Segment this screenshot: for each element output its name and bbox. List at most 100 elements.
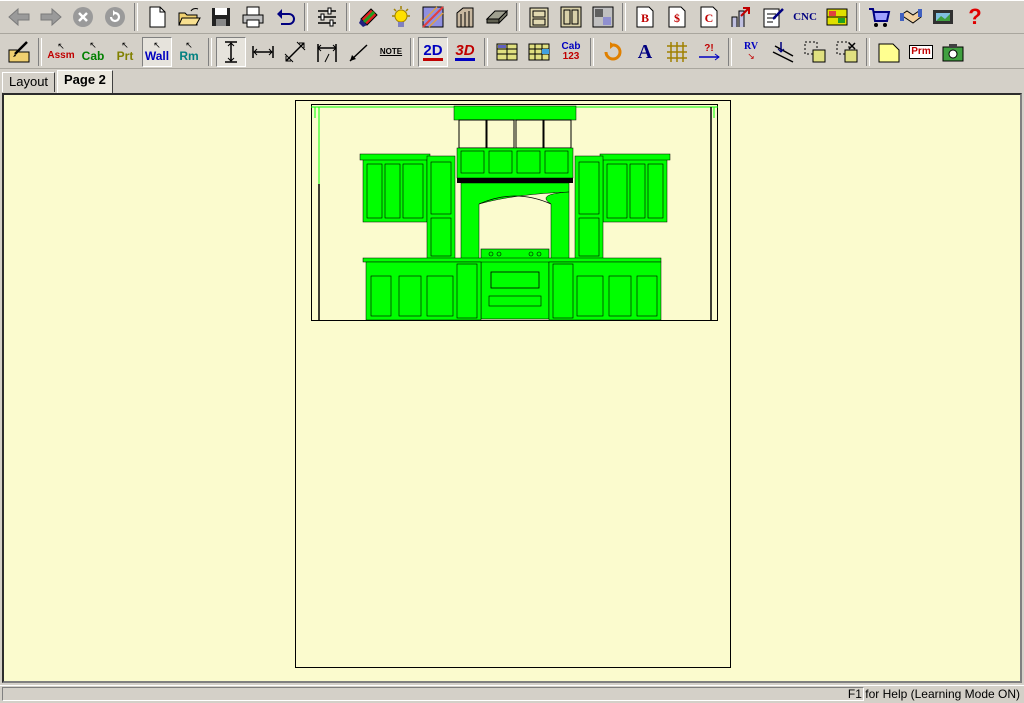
- help-button[interactable]: ?: [960, 2, 990, 32]
- svg-text:B: B: [641, 11, 649, 25]
- tab-page-2[interactable]: Page 2: [57, 70, 113, 93]
- toolbar-separator: [38, 37, 42, 66]
- price-report-button[interactable]: $: [662, 2, 692, 32]
- report-c-icon: C: [700, 6, 718, 28]
- view-3d-button[interactable]: 3D: [450, 37, 480, 67]
- select-wall-button[interactable]: ↖ Wall: [142, 36, 172, 67]
- note-button[interactable]: NOTE: [376, 37, 406, 67]
- note-icon: NOTE: [379, 47, 403, 56]
- stop-button[interactable]: [68, 2, 98, 32]
- materials-button[interactable]: [354, 2, 384, 32]
- export-button[interactable]: [726, 2, 756, 32]
- new-button[interactable]: [142, 2, 172, 32]
- bid-report-button[interactable]: B: [630, 2, 660, 32]
- select-room-button[interactable]: ↖ Rm: [174, 37, 204, 67]
- error-check-button[interactable]: ?!: [694, 37, 724, 67]
- text-button[interactable]: A: [630, 37, 660, 67]
- floorplan-button[interactable]: [588, 2, 618, 32]
- range-hood-right: [545, 191, 570, 260]
- copy-button[interactable]: [800, 37, 830, 67]
- print-button[interactable]: [238, 2, 268, 32]
- rotate-button[interactable]: [598, 37, 628, 67]
- drawing-canvas[interactable]: [2, 93, 1022, 683]
- select-assembly-icon: ↖ Assm: [47, 41, 75, 61]
- oven-drawer: [488, 295, 542, 307]
- right-upper-door-2: [629, 163, 646, 219]
- delete-copy-button[interactable]: [832, 37, 862, 67]
- offset-dimension-icon: [317, 43, 337, 62]
- elevation-button[interactable]: [556, 2, 586, 32]
- edit-drawing-button[interactable]: [4, 37, 34, 67]
- shopping-cart-icon: [869, 8, 891, 27]
- forward-button[interactable]: [36, 2, 66, 32]
- select-assembly-button[interactable]: ↖ Assm: [46, 37, 76, 67]
- edit-report-button[interactable]: [758, 2, 788, 32]
- open-folder-icon: [178, 8, 201, 26]
- cnc-icon: CNC: [793, 10, 817, 23]
- refresh-button[interactable]: [100, 2, 130, 32]
- order-button[interactable]: [864, 2, 894, 32]
- offset-dimension-button[interactable]: [312, 37, 342, 67]
- oven-window: [490, 271, 540, 289]
- cabinet-list-button[interactable]: [524, 2, 554, 32]
- left-base-door-2: [398, 275, 422, 317]
- leader-line-button[interactable]: [344, 37, 374, 67]
- render-button[interactable]: [418, 2, 448, 32]
- camera-button[interactable]: [938, 37, 968, 67]
- sliders-icon: [318, 7, 336, 27]
- wall-dimension-button[interactable]: [768, 37, 798, 67]
- horizontal-dimension-button[interactable]: [248, 37, 278, 67]
- video-button[interactable]: [928, 2, 958, 32]
- arrow-right-icon: [40, 7, 62, 27]
- layout-button[interactable]: [822, 2, 852, 32]
- right-upper-crown: [599, 153, 671, 161]
- handshake-button[interactable]: [896, 2, 926, 32]
- angled-dimension-button[interactable]: [280, 37, 310, 67]
- toolbar-separator: [516, 3, 520, 31]
- right-upper-door-3: [647, 163, 664, 219]
- glass-door-3: [515, 119, 544, 149]
- cabinet-numbering-icon: Cab 123: [561, 40, 581, 62]
- status-message-panel: [2, 687, 864, 701]
- left-base-door-3: [426, 275, 454, 317]
- tab-layout[interactable]: Layout: [2, 72, 56, 92]
- vertical-dimension-button[interactable]: [216, 36, 246, 67]
- view-2d-button[interactable]: 2D: [418, 36, 448, 67]
- grid-table-icon: [528, 43, 550, 60]
- countertop-button[interactable]: [482, 2, 512, 32]
- undo-button[interactable]: [270, 2, 300, 32]
- copy-icon: [804, 41, 826, 62]
- toolbar-separator: [304, 3, 308, 31]
- lighting-button[interactable]: [386, 2, 416, 32]
- settings-button[interactable]: [312, 2, 342, 32]
- toolbar-separator: [346, 3, 350, 31]
- toolbar-separator: [728, 37, 732, 66]
- angled-dimension-icon: [284, 41, 306, 62]
- save-button[interactable]: [206, 2, 236, 32]
- room-view-button[interactable]: RV ↘: [736, 37, 766, 67]
- open-button[interactable]: [174, 2, 204, 32]
- report-dollar-icon: $: [668, 6, 686, 28]
- page-button[interactable]: [874, 37, 904, 67]
- cnc-button[interactable]: CNC: [790, 2, 820, 32]
- room-view-icon: RV ↘: [743, 41, 759, 61]
- parameters-icon: Prm: [909, 44, 933, 59]
- view-2d-icon: 2D: [423, 41, 443, 61]
- cabinet-numbering-button[interactable]: Cab 123: [556, 37, 586, 67]
- parameters-button[interactable]: Prm: [906, 37, 936, 67]
- floppy-disk-icon: [212, 8, 230, 26]
- select-part-button[interactable]: ↖ Prt: [110, 37, 140, 67]
- cutlist-report-button[interactable]: C: [694, 2, 724, 32]
- svg-text:C: C: [705, 11, 714, 25]
- wall-layers-button[interactable]: [492, 37, 522, 67]
- kitchen-elevation-drawing[interactable]: [311, 104, 718, 321]
- cabinet-grid-button[interactable]: [524, 37, 554, 67]
- help-icon: ?: [968, 4, 982, 29]
- molding-button[interactable]: [450, 2, 480, 32]
- toolbar-separator: [484, 37, 488, 66]
- left-base-door-1: [370, 275, 392, 317]
- select-cabinet-button[interactable]: ↖ Cab: [78, 37, 108, 67]
- right-tall-door-top: [578, 161, 600, 215]
- back-button[interactable]: [4, 2, 34, 32]
- grid-button[interactable]: [662, 37, 692, 67]
